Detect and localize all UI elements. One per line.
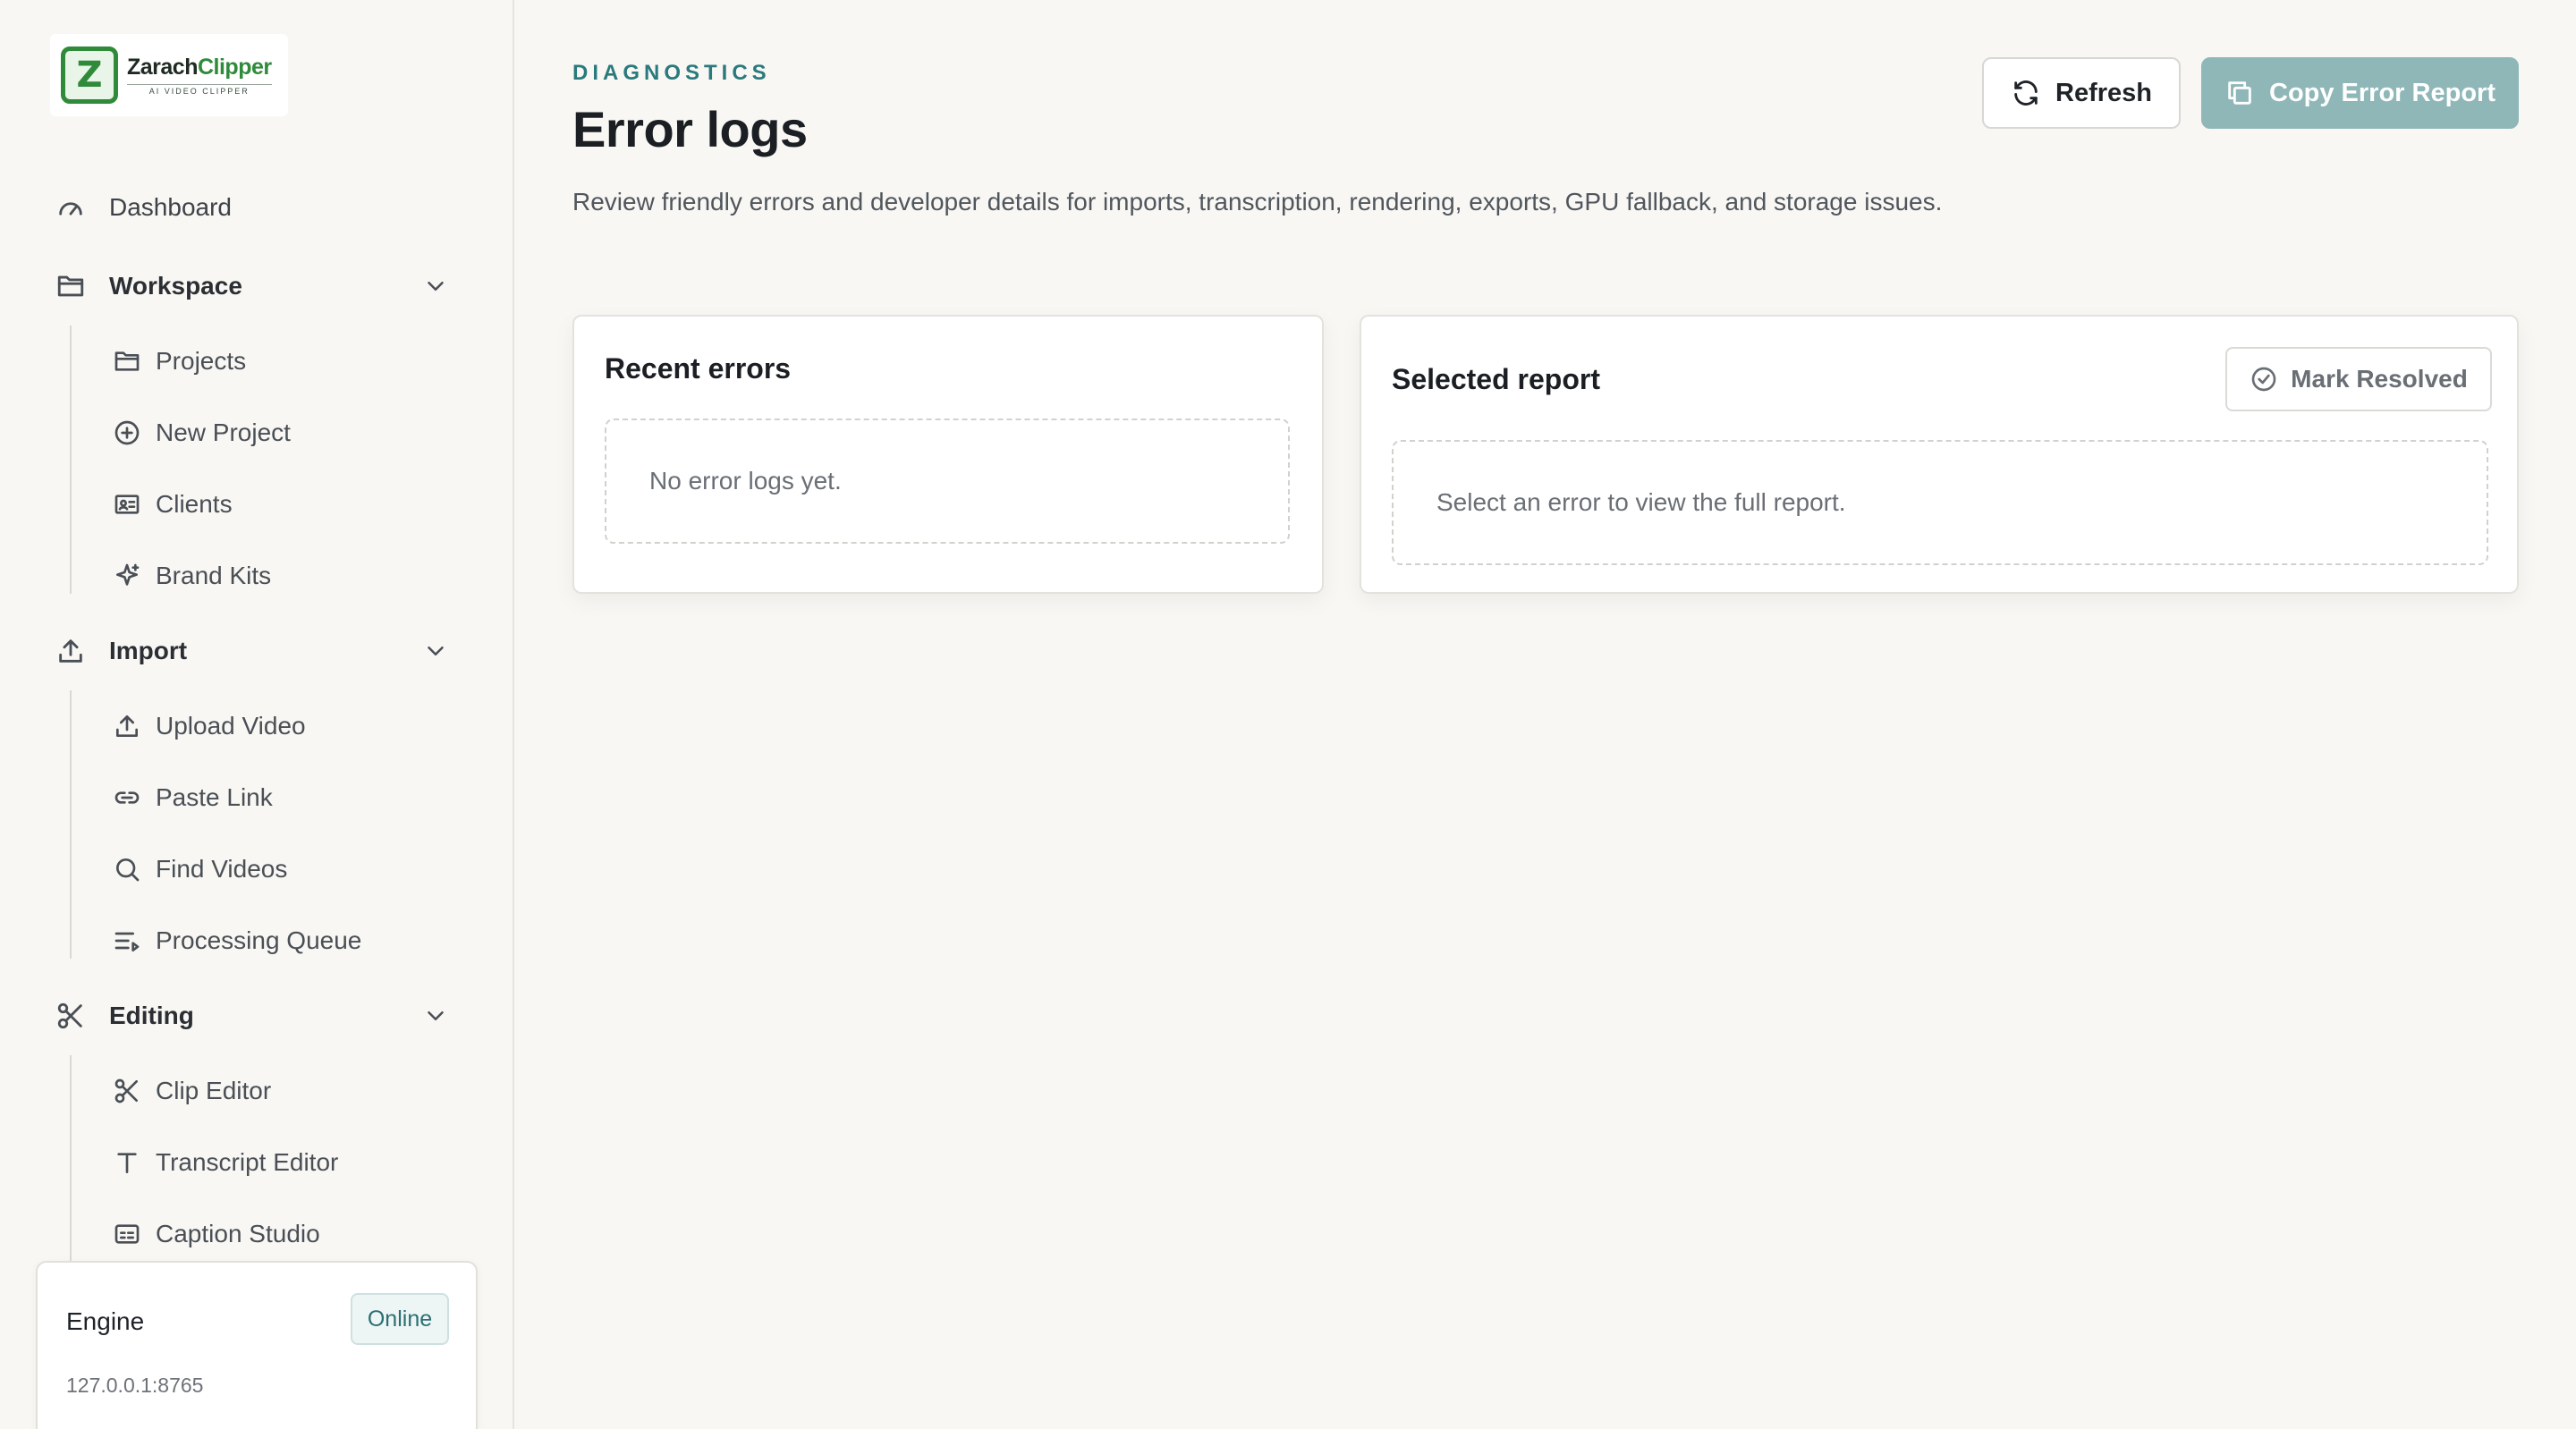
search-icon (113, 855, 141, 884)
mark-resolved-label: Mark Resolved (2291, 365, 2468, 393)
nav-group-editing[interactable]: Editing (0, 989, 513, 1043)
sidebar-item-label: Paste Link (156, 783, 273, 811)
sidebar-item-brand-kits[interactable]: Brand Kits (0, 549, 513, 603)
sidebar-item-label: Projects (156, 347, 247, 375)
sidebar-item-paste-link[interactable]: Paste Link (0, 771, 513, 824)
id-card-icon (113, 490, 141, 519)
sidebar-item-label: Caption Studio (156, 1220, 320, 1247)
recent-errors-empty-state: No error logs yet. (605, 419, 1290, 544)
brand-tagline: AI VIDEO CLIPPER (127, 84, 272, 96)
scissors-icon (55, 1001, 86, 1031)
brand-name-part2: Clipper (197, 55, 272, 80)
page-eyebrow: DIAGNOSTICS (572, 61, 771, 85)
refresh-button[interactable]: Refresh (1982, 57, 2181, 129)
folder-icon (55, 271, 86, 301)
captions-icon (113, 1220, 141, 1248)
link-icon (113, 783, 141, 812)
chevron-down-icon[interactable] (422, 273, 449, 300)
nav-group-workspace[interactable]: Workspace (0, 259, 513, 313)
sidebar-item-transcript-editor[interactable]: Transcript Editor (0, 1136, 513, 1189)
queue-icon (113, 926, 141, 955)
mark-resolved-button[interactable]: Mark Resolved (2225, 347, 2492, 411)
engine-status-badge: Online (351, 1293, 449, 1345)
nav-item-dashboard[interactable]: Dashboard (0, 181, 513, 234)
sidebar-item-processing-queue[interactable]: Processing Queue (0, 914, 513, 968)
sidebar-item-clients[interactable]: Clients (0, 478, 513, 531)
folder-icon (113, 347, 141, 376)
sidebar-item-clip-editor[interactable]: Clip Editor (0, 1064, 513, 1118)
check-circle-icon (2250, 365, 2278, 393)
engine-status-card: Engine Online 127.0.0.1:8765 (36, 1261, 478, 1429)
nav-group-import[interactable]: Import (0, 624, 513, 678)
sidebar-item-label: New Project (156, 419, 291, 446)
sidebar-item-label: Clients (156, 490, 233, 518)
sidebar-item-label: Clip Editor (156, 1077, 272, 1104)
upload-icon (113, 712, 141, 740)
nav-group-label: Import (109, 637, 188, 664)
page-description: Review friendly errors and developer det… (572, 188, 1943, 216)
logo-mark-letter: Z (76, 55, 103, 96)
recent-errors-card: Recent errors No error logs yet. (572, 315, 1324, 594)
scissors-icon (113, 1077, 141, 1105)
upload-icon (55, 636, 86, 666)
text-icon (113, 1148, 141, 1177)
brand-logo[interactable]: Z ZarachClipper AI VIDEO CLIPPER (50, 34, 288, 116)
nav-group-label: Workspace (109, 272, 242, 300)
copy-error-report-button[interactable]: Copy Error Report (2201, 57, 2519, 129)
logo-text: ZarachClipper AI VIDEO CLIPPER (127, 55, 272, 96)
selected-report-card: Selected report Mark Resolved Select an … (1360, 315, 2519, 594)
engine-title: Engine (66, 1307, 145, 1335)
sidebar-item-label: Processing Queue (156, 926, 362, 954)
chevron-down-icon[interactable] (422, 1002, 449, 1029)
refresh-button-label: Refresh (2055, 78, 2152, 107)
nav-group-label: Editing (109, 1002, 194, 1029)
sidebar-item-label: Transcript Editor (156, 1148, 339, 1176)
sparkle-icon (113, 562, 141, 590)
sidebar-item-caption-studio[interactable]: Caption Studio (0, 1207, 513, 1261)
sidebar-item-label: Find Videos (156, 855, 288, 883)
sidebar-item-label: Brand Kits (156, 562, 272, 589)
chevron-down-icon[interactable] (422, 638, 449, 664)
gauge-icon (55, 192, 86, 223)
sidebar-item-label: Upload Video (156, 712, 306, 740)
logo-mark-icon: Z (61, 47, 118, 104)
page-title: Error logs (572, 101, 808, 157)
recent-errors-title: Recent errors (605, 352, 792, 385)
copy-button-label: Copy Error Report (2269, 78, 2496, 107)
sidebar-item-new-project[interactable]: New Project (0, 406, 513, 460)
brand-name: ZarachClipper (127, 55, 272, 80)
refresh-icon (2011, 78, 2041, 108)
brand-name-part1: Zarach (127, 55, 198, 80)
plus-circle-icon (113, 419, 141, 447)
selected-report-empty-state: Select an error to view the full report. (1392, 440, 2488, 565)
engine-address: 127.0.0.1:8765 (66, 1374, 204, 1397)
sidebar-item-upload-video[interactable]: Upload Video (0, 699, 513, 753)
sidebar-item-find-videos[interactable]: Find Videos (0, 842, 513, 896)
copy-icon (2224, 78, 2255, 108)
selected-report-title: Selected report (1392, 363, 1600, 395)
sidebar: Z ZarachClipper AI VIDEO CLIPPER Dashboa… (0, 0, 514, 1429)
sidebar-item-projects[interactable]: Projects (0, 334, 513, 388)
nav-item-label: Dashboard (109, 193, 232, 221)
